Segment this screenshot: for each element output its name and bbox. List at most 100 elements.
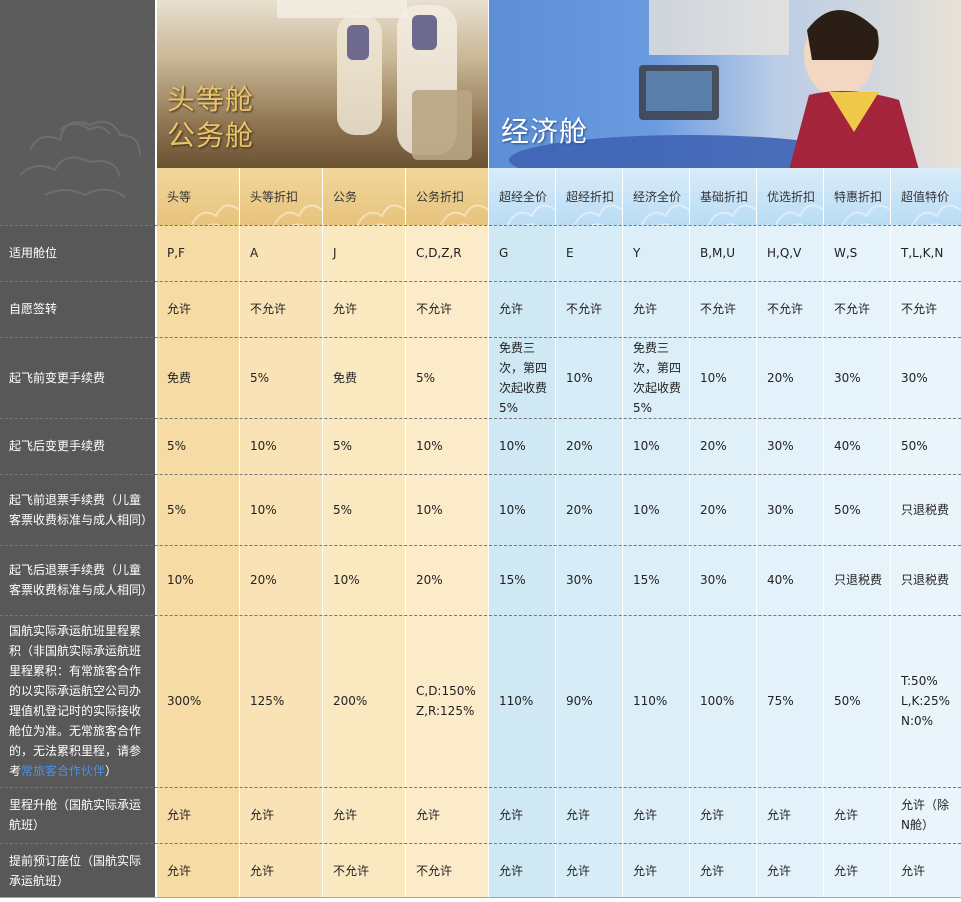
table-cell: 5% xyxy=(157,474,240,545)
cell-value: 允许 xyxy=(499,808,524,822)
table-cell: 300% xyxy=(157,615,240,787)
row-label-4: 起飞前退票手续费（儿童客票收费标准与成人相同） xyxy=(0,474,155,545)
column-header-business: 公务 xyxy=(323,168,406,225)
row-label-text: 里程升舱（国航实际承运航班） xyxy=(9,795,147,835)
table-cell: 允许 xyxy=(623,843,690,898)
cell-value: 免费 xyxy=(167,370,192,385)
table-cell: 110% xyxy=(489,615,556,787)
cell-value: 允许 xyxy=(700,863,725,878)
cell-value: 50% xyxy=(834,694,861,708)
row-label-main: 起飞后变更手续费 xyxy=(9,439,106,453)
table-cell: 15% xyxy=(489,545,556,615)
table-cell: 10% xyxy=(690,337,757,418)
table-cell: 75% xyxy=(757,615,824,787)
table-cell: 允许 xyxy=(240,787,323,843)
row-label-text: 自愿签转 xyxy=(9,299,57,319)
cell-value: 不允许 xyxy=(250,302,287,316)
table-cell: 10% xyxy=(406,418,489,474)
cell-value: 允许 xyxy=(250,863,275,878)
cell-value: 15% xyxy=(633,573,660,587)
column-header-super-economy-discount: 超经折扣 xyxy=(556,168,623,225)
cell-value: Y xyxy=(633,246,641,260)
table-cell: 5% xyxy=(240,337,323,418)
table-cell: 允许 xyxy=(824,843,891,898)
row-divider xyxy=(0,545,961,546)
table-cell: 5% xyxy=(323,474,406,545)
cell-value: 10% xyxy=(633,502,660,517)
column-header-business-discount: 公务折扣 xyxy=(406,168,489,225)
cell-value: 不允许 xyxy=(901,302,938,316)
cell-value: 不允许 xyxy=(700,302,737,316)
table-cell: 90% xyxy=(556,615,623,787)
table-cell: 不允许 xyxy=(824,281,891,337)
cell-value: C,D:150% Z,R:125% xyxy=(416,684,476,718)
cell-value: 5% xyxy=(416,370,436,385)
cell-value: E xyxy=(566,246,574,260)
table-cell: 10% xyxy=(623,418,690,474)
table-cell: 允许 xyxy=(157,281,240,337)
cell-value: 5% xyxy=(333,439,353,453)
cell-value: 不允许 xyxy=(416,302,453,316)
table-cell: A xyxy=(240,225,323,281)
column-header-first-discount: 头等折扣 xyxy=(240,168,323,225)
table-cell: 免费 xyxy=(157,337,240,418)
swirl-pattern-icon xyxy=(356,204,406,225)
table-cell: Y xyxy=(623,225,690,281)
premium-cabin-banner: 头等舱 公务舱 xyxy=(157,0,488,168)
table-cell: 50% xyxy=(891,418,961,474)
cell-value: 110% xyxy=(633,694,668,708)
row-label-text: 起飞前退票手续费（儿童客票收费标准与成人相同） xyxy=(9,490,153,530)
cell-value: 10% xyxy=(700,370,727,385)
cell-value: 100% xyxy=(700,694,735,708)
table-cell: 不允许 xyxy=(757,281,824,337)
table-cell: 免费三次，第四次起收费5% xyxy=(623,337,690,418)
swirl-pattern-icon xyxy=(573,204,623,225)
table-cell: C,D:150% Z,R:125% xyxy=(406,615,489,787)
table-cell: 允许 xyxy=(157,787,240,843)
cell-value: P,F xyxy=(167,246,185,260)
row-label-main: 起飞前退票手续费（儿童客票收费标准与成人相同） xyxy=(9,492,154,527)
cell-value: 10% xyxy=(499,502,526,517)
row-divider xyxy=(0,225,961,226)
cell-value: 允许（除N舱） xyxy=(901,798,950,832)
table-cell: 5% xyxy=(323,418,406,474)
cell-value: 10% xyxy=(167,573,194,587)
cell-value: 允许 xyxy=(167,302,192,316)
table-cell: 10% xyxy=(323,545,406,615)
table-cell: 20% xyxy=(556,418,623,474)
cell-value: 300% xyxy=(167,694,202,708)
cell-value: 10% xyxy=(499,439,526,453)
row-divider xyxy=(0,281,961,282)
row-label-main: 提前预订座位（国航实际承运航班） xyxy=(9,853,142,888)
column-header-super-economy-full: 超经全价 xyxy=(489,168,556,225)
cell-value: 200% xyxy=(333,694,368,708)
cell-value: 不允许 xyxy=(416,863,453,878)
cell-value: 只退税费 xyxy=(901,573,950,587)
table-cell: 只退税费 xyxy=(824,545,891,615)
cell-value: 免费 xyxy=(333,370,358,385)
row-label-end: ） xyxy=(105,764,118,778)
cell-value: 允许 xyxy=(834,863,859,878)
table-cell: 允许 xyxy=(757,843,824,898)
table-cell: 110% xyxy=(623,615,690,787)
cell-value: 20% xyxy=(250,573,277,587)
table-cell: 允许 xyxy=(824,787,891,843)
table-cell: 免费 xyxy=(323,337,406,418)
cell-value: 10% xyxy=(333,573,360,587)
row-divider xyxy=(0,474,961,475)
table-cell: 允许 xyxy=(623,787,690,843)
cell-value: 允许 xyxy=(901,863,926,878)
table-cell: 不允许 xyxy=(556,281,623,337)
frequent-flyer-partner-link[interactable]: 常旅客合作伙伴 xyxy=(21,764,105,778)
cell-value: 允许 xyxy=(834,808,859,822)
table-cell: 30% xyxy=(757,474,824,545)
table-cell: 100% xyxy=(690,615,757,787)
column-header-super-value: 超值特价 xyxy=(891,168,961,225)
table-cell: 允许 xyxy=(556,787,623,843)
column-header-economy-full: 经济全价 xyxy=(623,168,690,225)
table-cell: 20% xyxy=(690,474,757,545)
table-cell: 15% xyxy=(623,545,690,615)
swirl-pattern-icon xyxy=(774,204,824,225)
table-cell: 允许 xyxy=(323,787,406,843)
table-cell: 10% xyxy=(556,337,623,418)
